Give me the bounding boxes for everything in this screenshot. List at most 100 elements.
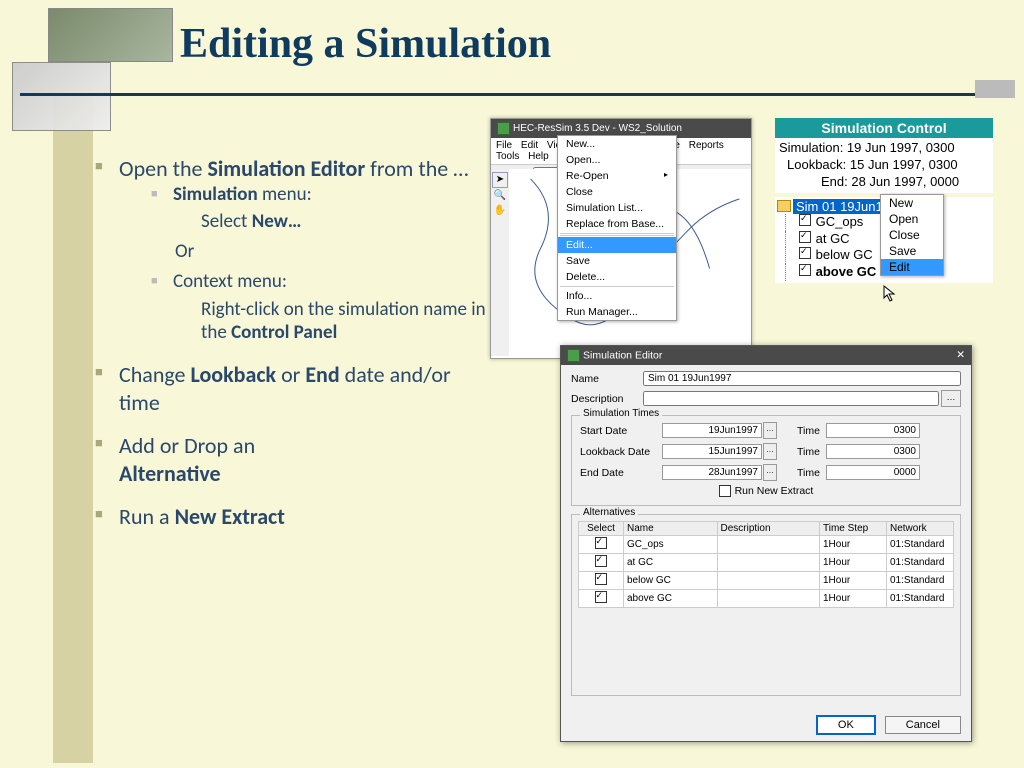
col-name: Name (624, 522, 718, 536)
text: Change (119, 361, 190, 388)
menuitem-new[interactable]: New... (558, 136, 676, 152)
table-row[interactable]: below GC1Hour01:Standard (579, 572, 954, 590)
row-checkbox[interactable] (595, 555, 607, 567)
ok-button[interactable]: OK (816, 715, 876, 735)
description-row: Description … (571, 390, 961, 407)
start-date-field[interactable] (662, 423, 762, 438)
row-checkbox[interactable] (595, 573, 607, 585)
description-field[interactable] (643, 391, 939, 406)
run-extract-label: Run New Extract (735, 485, 814, 497)
menu-reports[interactable]: Reports (686, 139, 727, 152)
lookback-time-field[interactable] (826, 444, 920, 459)
name-field[interactable] (643, 371, 961, 386)
end-date-picker-button[interactable]: … (763, 464, 777, 481)
col-network: Network (887, 522, 954, 536)
text: from the … (365, 155, 468, 182)
simulation-control-info: Simulation: 19 Jun 1997, 0300 Lookback: … (775, 138, 993, 193)
dialog-title: Simulation Editor (583, 349, 662, 361)
checkbox-icon[interactable] (799, 264, 811, 276)
name-label: Name (571, 373, 643, 385)
bullet-1b-body: Right-click on the simulation name in th… (201, 298, 490, 346)
accent-gray (975, 80, 1015, 98)
close-icon[interactable]: ✕ (956, 349, 965, 361)
table-row[interactable]: at GC1Hour01:Standard (579, 554, 954, 572)
text: Control Panel (231, 321, 337, 344)
checkbox-icon[interactable] (799, 231, 811, 243)
text: New… (252, 210, 302, 233)
text: Simulation Editor (207, 155, 365, 182)
menu-help[interactable]: Help (525, 150, 552, 163)
description-browse-button[interactable]: … (941, 390, 961, 407)
side-accent-bar (53, 93, 93, 763)
menuitem-simulationlist[interactable]: Simulation List... (558, 200, 676, 216)
bullet-content: Open the Simulation Editor from the … Si… (95, 155, 490, 547)
row-checkbox[interactable] (595, 591, 607, 603)
bullet-1a: Simulation menu: (151, 183, 490, 207)
pan-tool-icon[interactable]: ✋ (493, 204, 507, 218)
end-date-label: End Date (580, 467, 662, 479)
menuitem-runmanager[interactable]: Run Manager... (558, 304, 676, 320)
bullet-2: Change Lookback or End date and/or time (95, 361, 490, 416)
end-date-field[interactable] (662, 465, 762, 480)
lookback-date-field[interactable] (662, 444, 762, 459)
dialog-icon (567, 349, 580, 362)
menuitem-delete[interactable]: Delete... (558, 269, 676, 285)
simulation-tree: Sim 01 19Jun1997 GC_ops at GC below GC a… (775, 197, 993, 284)
lookback-date-label: Lookback Date (580, 446, 662, 458)
menuitem-info[interactable]: Info... (558, 288, 676, 304)
menuitem-replacefrombase[interactable]: Replace from Base... (558, 216, 676, 232)
col-description: Description (717, 522, 820, 536)
menu-tools[interactable]: Tools (493, 150, 522, 163)
start-date-picker-button[interactable]: … (763, 422, 777, 439)
cancel-button[interactable]: Cancel (885, 716, 961, 734)
lookback-date-picker-button[interactable]: … (763, 443, 777, 460)
ctx-new[interactable]: New (881, 195, 943, 211)
run-extract-row: Run New Extract (580, 485, 952, 497)
simulation-times-legend: Simulation Times (580, 408, 662, 419)
simulation-times-fieldset: Simulation Times Start Date … Time Lookb… (571, 415, 961, 506)
time-label: Time (797, 425, 820, 437)
small-chart-graphic (12, 62, 111, 131)
title-rule (20, 93, 980, 96)
menuitem-save[interactable]: Save (558, 253, 676, 269)
checkbox-icon[interactable] (799, 214, 811, 226)
bullet-4: Run a New Extract (95, 503, 490, 531)
table-row[interactable]: above GC1Hour01:Standard (579, 590, 954, 608)
info-end: End: 28 Jun 1997, 0000 (779, 174, 989, 191)
menuitem-reopen[interactable]: Re-Open▸ (558, 168, 676, 184)
alternatives-legend: Alternatives (580, 507, 638, 518)
col-timestep: Time Step (820, 522, 887, 536)
dam-photo (48, 8, 173, 62)
bullet-1: Open the Simulation Editor from the … Si… (95, 155, 490, 345)
app-window: HEC-ResSim 3.5 Dev - WS2_Solution File E… (490, 118, 752, 359)
ctx-save[interactable]: Save (881, 243, 943, 259)
menuitem-open[interactable]: Open... (558, 152, 676, 168)
zoom-tool-icon[interactable]: 🔍 (493, 189, 507, 203)
app-icon (497, 122, 510, 135)
ctx-edit[interactable]: Edit (881, 259, 943, 275)
alternatives-table: Select Name Description Time Step Networ… (578, 521, 954, 608)
col-select: Select (579, 522, 624, 536)
dialog-buttons: OK Cancel (810, 715, 961, 735)
end-date-row: End Date … Time (580, 464, 952, 481)
start-time-field[interactable] (826, 423, 920, 438)
menuitem-edit[interactable]: Edit... (558, 237, 676, 253)
row-checkbox[interactable] (595, 537, 607, 549)
run-extract-checkbox[interactable] (719, 485, 731, 497)
end-time-field[interactable] (826, 465, 920, 480)
cursor-icon (883, 285, 897, 303)
text: Run a (119, 503, 175, 530)
start-date-row: Start Date … Time (580, 422, 952, 439)
ctx-close[interactable]: Close (881, 227, 943, 243)
bullet-3: Add or Drop an Alternative (95, 432, 490, 487)
table-row[interactable]: GC_ops1Hour01:Standard (579, 536, 954, 554)
ctx-open[interactable]: Open (881, 211, 943, 227)
alternatives-fieldset: Alternatives Select Name Description Tim… (571, 514, 961, 696)
app-title-text: HEC-ResSim 3.5 Dev - WS2_Solution (513, 123, 682, 134)
description-label: Description (571, 393, 643, 405)
menuitem-close[interactable]: Close (558, 184, 676, 200)
simulation-control-panel: Simulation Control Simulation: 19 Jun 19… (775, 118, 993, 283)
checkbox-icon[interactable] (799, 247, 811, 259)
simulation-control-title: Simulation Control (775, 118, 993, 138)
pointer-tool-icon[interactable]: ➤ (492, 172, 508, 188)
